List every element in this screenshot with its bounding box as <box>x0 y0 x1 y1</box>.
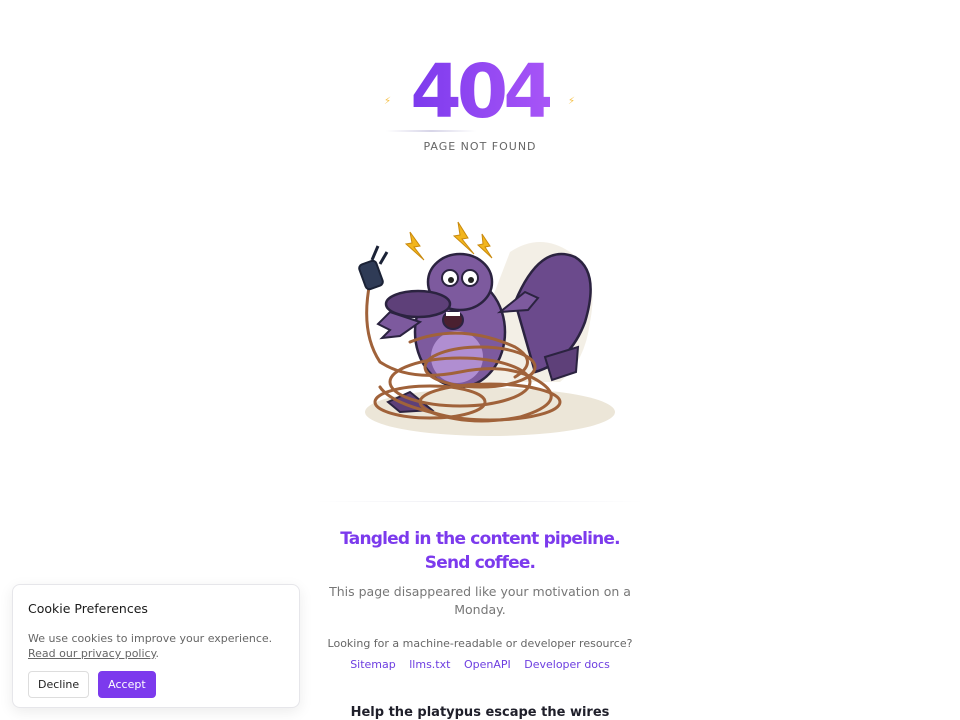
openapi-link[interactable]: OpenAPI <box>464 658 511 671</box>
section-divider <box>316 501 644 502</box>
code-underline <box>386 130 476 132</box>
cookie-description: We use cookies to improve your experienc… <box>28 631 284 661</box>
error-code: 404 <box>410 49 554 135</box>
platypus-teeth <box>446 312 460 316</box>
page-not-found-label: PAGE NOT FOUND <box>423 140 537 153</box>
error-hero: 404 <box>0 52 960 132</box>
developer-docs-link[interactable]: Developer docs <box>524 658 610 671</box>
cookie-text: We use cookies to improve your experienc… <box>28 632 273 645</box>
cookie-link-suffix: . <box>155 647 160 660</box>
accept-button[interactable]: Accept <box>98 671 156 698</box>
error-headline: Tangled in the content pipeline. Send co… <box>340 529 620 573</box>
platypus-pupil <box>448 277 454 283</box>
tangled-platypus-illustration <box>340 212 620 452</box>
lightning-icon <box>404 221 493 261</box>
sparkle-icon: ⚡ <box>568 96 576 107</box>
error-tagline: This page disappeared like your motivati… <box>329 584 631 617</box>
platypus-pupil <box>468 277 474 283</box>
cookie-banner: Cookie Preferences We use cookies to imp… <box>12 584 300 708</box>
cookie-actions: Decline Accept <box>28 671 284 698</box>
cookie-title: Cookie Preferences <box>28 601 148 616</box>
privacy-policy-link[interactable]: Read our privacy policy <box>28 647 156 660</box>
llms-txt-link[interactable]: llms.txt <box>409 658 450 671</box>
decline-button[interactable]: Decline <box>28 671 90 698</box>
plug-icon <box>358 245 389 291</box>
sparkle-icon: ⚡ <box>384 96 392 107</box>
sitemap-link[interactable]: Sitemap <box>350 658 396 671</box>
